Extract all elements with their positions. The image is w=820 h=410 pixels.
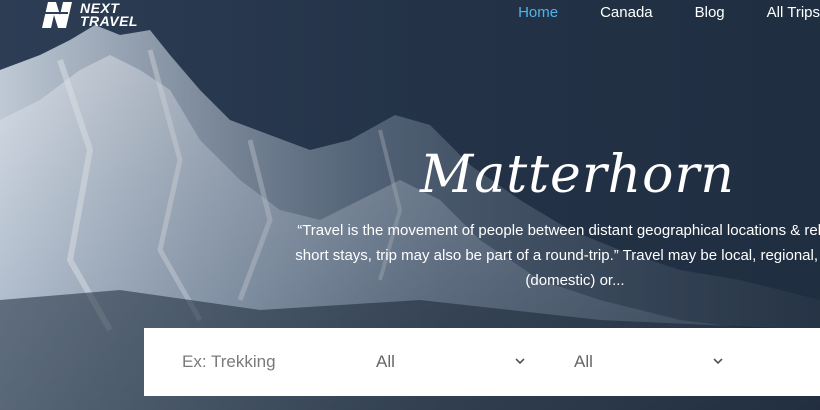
destination-select[interactable]: All	[574, 342, 724, 382]
destination-select-value: All	[574, 352, 593, 371]
site-logo[interactable]: NEXT TRAVEL	[40, 0, 138, 30]
search-input[interactable]	[180, 351, 354, 373]
nav-item-home[interactable]: Home	[518, 4, 558, 21]
main-nav: Home Canada Blog All Trips	[476, 4, 820, 21]
hero-title: Matterhorn	[420, 145, 735, 205]
nav-item-canada[interactable]: Canada	[600, 4, 653, 21]
quote-line: “Travel is the movement of people betwee…	[297, 222, 820, 239]
category-select-value: All	[376, 352, 395, 371]
hero-quote: “Travel is the movement of people betwee…	[250, 218, 820, 293]
search-bar: All All	[144, 328, 820, 396]
logo-text: NEXT TRAVEL	[80, 1, 138, 29]
quote-line: short stays, trip may also be part of a …	[295, 247, 820, 264]
quote-line: (domestic) or...	[525, 272, 625, 289]
category-select[interactable]: All	[376, 342, 526, 382]
n-logo-icon	[42, 2, 72, 28]
chevron-down-icon	[515, 358, 525, 365]
logo-line2: TRAVEL	[80, 13, 138, 29]
nav-item-blog[interactable]: Blog	[695, 4, 725, 21]
chevron-down-icon	[713, 358, 723, 365]
nav-item-all-trips[interactable]: All Trips	[767, 4, 820, 21]
